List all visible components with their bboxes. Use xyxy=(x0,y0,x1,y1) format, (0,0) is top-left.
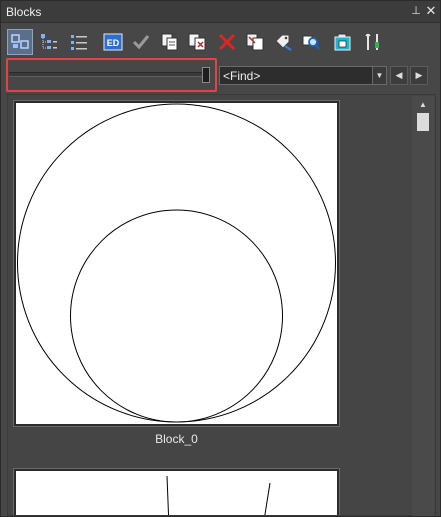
tag-icon xyxy=(275,34,292,51)
paste-block-button[interactable] xyxy=(184,29,210,55)
settings-tools-button[interactable] xyxy=(360,29,386,55)
rename-block-button[interactable] xyxy=(242,29,268,55)
blocks-panel: Blocks ⊥ ✕ ED <Find> ▼ ◀ ▶ Block_0 ▲ xyxy=(0,0,441,517)
delete-button[interactable] xyxy=(214,29,240,55)
tree-view-icon xyxy=(41,34,57,49)
find-next-button[interactable]: ▶ xyxy=(410,66,428,85)
scroll-up-icon[interactable]: ▲ xyxy=(417,100,429,110)
find-icon xyxy=(302,35,320,50)
block-preview-drawing xyxy=(17,103,336,423)
copy-block-icon xyxy=(161,33,178,51)
edit-block-icon: ED xyxy=(103,33,123,51)
vertical-scrollbar[interactable]: ▲ xyxy=(412,96,434,516)
find-previous-button[interactable]: ◀ xyxy=(390,66,408,85)
thumbnail-size-slider-thumb[interactable] xyxy=(202,67,210,83)
svg-text:ED: ED xyxy=(107,38,120,48)
checkmark-icon xyxy=(132,35,150,50)
thumbnail-size-slider[interactable] xyxy=(9,72,209,77)
blocks-gallery: Block_0 xyxy=(7,94,436,516)
rename-block-icon xyxy=(246,33,264,51)
toolbar: ED xyxy=(5,29,437,59)
find-input[interactable]: <Find> xyxy=(223,69,260,83)
tag-button[interactable] xyxy=(270,29,296,55)
block-thumbnail[interactable] xyxy=(13,468,340,515)
pin-icon[interactable]: ⊥ xyxy=(409,4,423,18)
edit-block-button[interactable]: ED xyxy=(100,29,126,55)
title-bar: Blocks ⊥ ✕ xyxy=(1,1,440,23)
chevron-down-icon[interactable]: ▼ xyxy=(372,67,386,84)
large-icons-view-button[interactable] xyxy=(7,29,33,55)
tree-view-button[interactable] xyxy=(36,29,62,55)
find-combobox[interactable]: <Find> ▼ xyxy=(219,66,387,85)
list-view-button[interactable] xyxy=(66,29,92,55)
settings-tools-icon xyxy=(365,33,379,50)
block-thumbnail[interactable] xyxy=(13,100,340,427)
panel-title: Blocks xyxy=(6,5,42,19)
insert-block-button[interactable] xyxy=(330,29,356,55)
close-icon[interactable]: ✕ xyxy=(424,4,438,18)
find-button[interactable] xyxy=(298,29,324,55)
paste-block-icon xyxy=(188,33,206,51)
accept-button[interactable] xyxy=(128,29,154,55)
insert-block-icon xyxy=(334,33,351,51)
block-preview-drawing xyxy=(166,475,271,515)
scrollbar-thumb[interactable] xyxy=(417,113,429,131)
delete-icon xyxy=(218,33,236,51)
list-view-icon xyxy=(71,35,87,50)
copy-block-button[interactable] xyxy=(156,29,182,55)
large-icons-view-icon xyxy=(11,34,29,49)
block-name-label: Block_0 xyxy=(155,432,198,446)
